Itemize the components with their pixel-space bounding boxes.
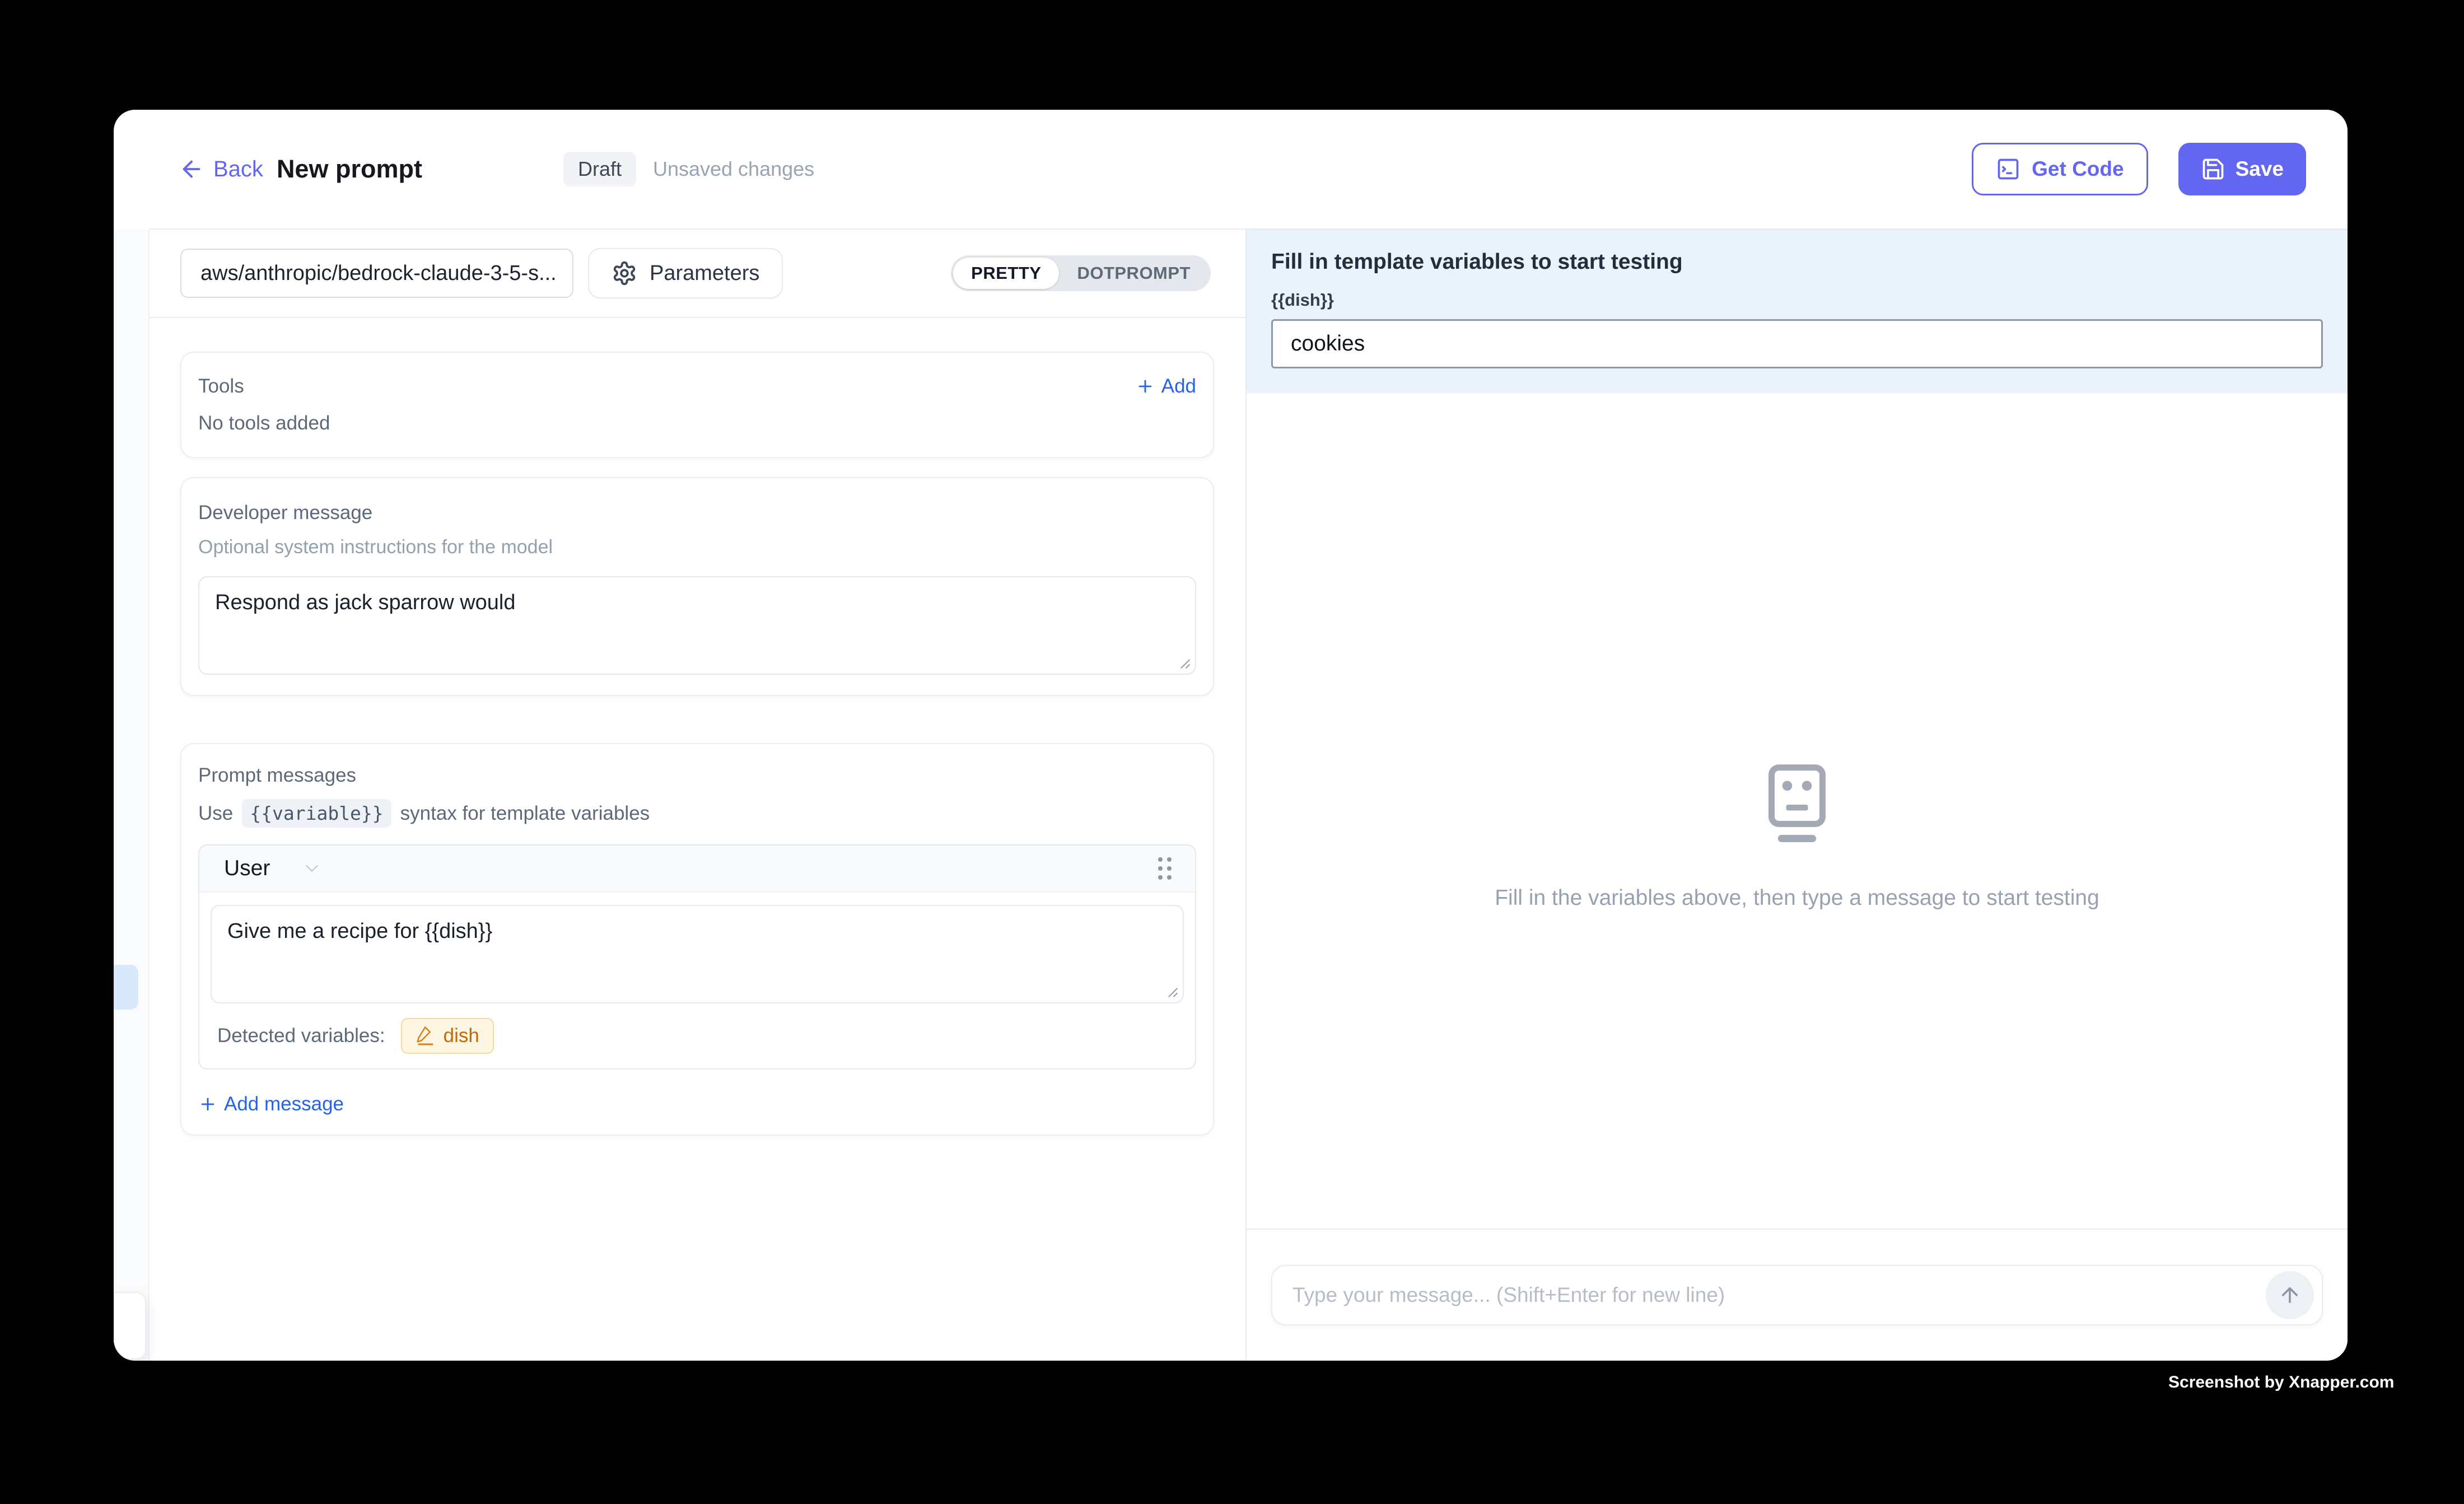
save-button[interactable]: Save (2178, 143, 2306, 195)
template-variables-section: Fill in template variables to start test… (1247, 230, 2348, 393)
chevron-down-icon (301, 858, 323, 879)
tools-empty-text: No tools added (198, 412, 1196, 435)
detected-variables-label: Detected variables: (217, 1025, 385, 1047)
add-tool-button[interactable]: Add (1136, 375, 1196, 398)
editor-panel: aws/anthropic/bedrock-claude-3-5-s... Pa… (150, 230, 1245, 1361)
app-window: Back New prompt Draft Unsaved changes Ge… (114, 110, 2348, 1361)
model-select-value: aws/anthropic/bedrock-claude-3-5-s... (200, 261, 557, 286)
editor-toolbar: aws/anthropic/bedrock-claude-3-5-s... Pa… (150, 230, 1245, 318)
parameters-button[interactable]: Parameters (588, 248, 783, 298)
toggle-option-dotprompt[interactable]: DOTPROMPT (1059, 258, 1208, 289)
chat-message-input[interactable] (1292, 1283, 2266, 1307)
tools-card: Tools Add No tools added (180, 352, 1214, 458)
message-block: User Give me a recipe for {{dish}} Detec… (198, 844, 1196, 1069)
prompt-messages-title: Prompt messages (198, 764, 1196, 787)
variable-syntax-chip: {{variable}} (242, 799, 391, 828)
page-title: New prompt (277, 155, 422, 184)
user-message-textarea[interactable]: Give me a recipe for {{dish}} (211, 905, 1184, 1003)
gear-icon (612, 260, 637, 286)
editor-content: Tools Add No tools added Developer messa… (150, 318, 1245, 1136)
developer-message-card: Developer message Optional system instru… (180, 477, 1214, 696)
back-button[interactable]: Back (179, 156, 263, 182)
sidebar-bottom-card[interactable] (114, 1292, 146, 1360)
screenshot-credit: Screenshot by Xnapper.com (2168, 1373, 2394, 1392)
message-body: Give me a recipe for {{dish}} Detected v… (199, 893, 1195, 1068)
send-button[interactable] (2266, 1271, 2314, 1319)
robot-face-icon (1753, 759, 1841, 852)
empty-state: Fill in the variables above, then type a… (1247, 759, 2348, 910)
developer-message-subtitle: Optional system instructions for the mod… (198, 536, 1196, 558)
status-badge: Draft (563, 152, 636, 186)
collapsed-sidebar (114, 230, 150, 1361)
arrow-up-icon (2278, 1283, 2302, 1307)
role-select[interactable]: User (224, 856, 323, 881)
arrow-left-icon (179, 156, 204, 182)
add-message-button[interactable]: Add message (198, 1093, 1196, 1115)
toggle-option-pretty[interactable]: PRETTY (953, 258, 1059, 289)
model-select[interactable]: aws/anthropic/bedrock-claude-3-5-s... (180, 249, 573, 298)
message-header: User (199, 846, 1195, 893)
format-toggle: PRETTY DOTPROMPT (951, 255, 1211, 291)
plus-icon (1136, 377, 1155, 396)
empty-state-text: Fill in the variables above, then type a… (1495, 886, 2099, 910)
detected-variables-row: Detected variables: dish (211, 1018, 1184, 1054)
get-code-button[interactable]: Get Code (1972, 143, 2148, 195)
unsaved-changes-text: Unsaved changes (653, 157, 814, 181)
pencil-icon (416, 1026, 436, 1046)
chevron-down-icon (557, 262, 558, 284)
test-panel: Fill in template variables to start test… (1245, 230, 2348, 1361)
sidebar-active-item[interactable] (114, 965, 138, 1010)
prompt-messages-card: Prompt messages Use {{variable}} syntax … (180, 743, 1214, 1136)
dish-variable-label: {{dish}} (1271, 290, 2323, 310)
save-icon (2201, 157, 2225, 181)
variable-syntax-hint: Use {{variable}} syntax for template var… (198, 799, 1196, 828)
template-variables-title: Fill in template variables to start test… (1271, 250, 2323, 274)
developer-message-title: Developer message (198, 502, 1196, 524)
terminal-square-icon (1996, 157, 2020, 181)
tools-title: Tools (198, 375, 244, 398)
chat-bar (1247, 1229, 2348, 1361)
plus-icon (198, 1095, 217, 1114)
developer-message-textarea[interactable]: Respond as jack sparrow would (198, 576, 1196, 675)
variable-badge-dish[interactable]: dish (401, 1018, 494, 1054)
dish-variable-input[interactable] (1271, 319, 2323, 368)
back-label: Back (213, 157, 263, 182)
drag-handle-icon[interactable] (1154, 854, 1176, 883)
parameters-label: Parameters (650, 261, 759, 286)
chat-input-container (1271, 1265, 2323, 1325)
header: Back New prompt Draft Unsaved changes Ge… (150, 110, 2348, 230)
